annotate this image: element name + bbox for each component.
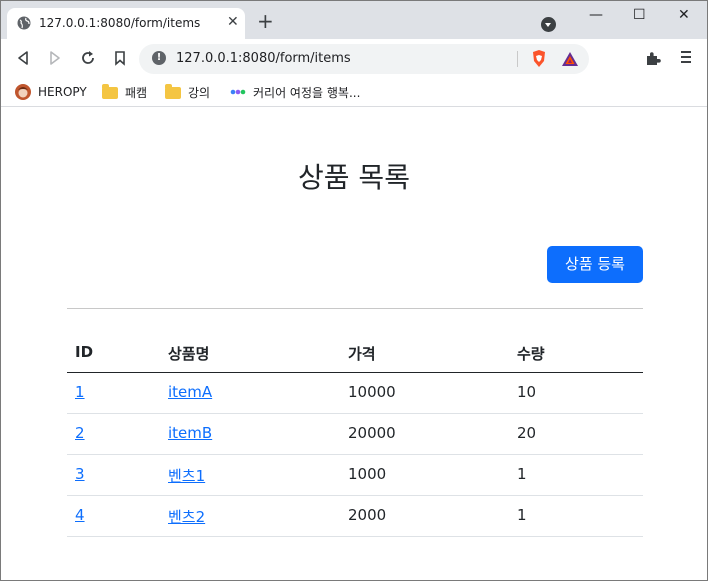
- item-id-link[interactable]: 1: [75, 383, 85, 401]
- table-row: 4 벤츠2 2000 1: [67, 496, 643, 537]
- tab-search-icon[interactable]: [541, 17, 556, 32]
- page-title: 상품 목록: [298, 161, 410, 194]
- item-name-link[interactable]: itemB: [168, 424, 212, 442]
- item-price: 10000: [348, 383, 396, 401]
- address-separator: [517, 51, 518, 67]
- folder-icon: [165, 84, 181, 99]
- item-name-link[interactable]: 벤츠1: [168, 465, 205, 486]
- brave-rewards-icon[interactable]: [561, 51, 579, 67]
- browser-toolbar: ! 127.0.0.1:8080/form/items: [1, 39, 707, 77]
- bookmark-folder-lecture[interactable]: 강의: [165, 82, 210, 102]
- dots-icon: [230, 89, 246, 95]
- extensions-icon[interactable]: [645, 50, 661, 66]
- brave-shields-icon[interactable]: [531, 49, 547, 68]
- address-bar[interactable]: ! 127.0.0.1:8080/form/items: [139, 44, 589, 74]
- bookmark-label: HEROPY: [38, 85, 87, 99]
- item-quantity: 1: [517, 506, 527, 524]
- item-quantity: 10: [517, 383, 537, 401]
- menu-icon[interactable]: [680, 51, 692, 65]
- forward-icon[interactable]: [46, 49, 64, 67]
- items-table: ID 상품명 가격 수량 1 itemA 10000 10 2 itemB 20…: [67, 334, 643, 537]
- new-tab-button[interactable]: +: [257, 11, 274, 31]
- back-icon[interactable]: [14, 49, 32, 67]
- page-content: 상품 목록 상품 등록 ID 상품명 가격 수량 1 itemA 10000 1…: [1, 108, 707, 580]
- tab-title: 127.0.0.1:8080/form/items: [39, 16, 201, 30]
- item-id-link[interactable]: 4: [75, 506, 85, 524]
- folder-icon: [102, 84, 118, 99]
- item-id-link[interactable]: 3: [75, 465, 85, 483]
- divider: [67, 308, 643, 309]
- reload-icon[interactable]: [79, 49, 97, 67]
- tab-strip: 127.0.0.1:8080/form/items ✕ + — ☐ ✕: [1, 1, 707, 39]
- bookmark-heropy[interactable]: HEROPY: [15, 82, 87, 102]
- header-id: ID: [75, 343, 94, 361]
- globe-icon: [17, 16, 31, 30]
- bookmark-career[interactable]: 커리어 여정을 행복...: [230, 82, 360, 102]
- item-price: 1000: [348, 465, 387, 483]
- table-header: ID 상품명 가격 수량: [67, 334, 643, 373]
- bookmarks-bar: HEROPY 패캠 강의 커리어 여정을 행복...: [1, 77, 707, 107]
- close-window-button[interactable]: ✕: [678, 7, 690, 23]
- item-name-link[interactable]: 벤츠2: [168, 506, 205, 527]
- table-row: 1 itemA 10000 10: [67, 373, 643, 414]
- header-quantity: 수량: [517, 345, 545, 363]
- item-quantity: 1: [517, 465, 527, 483]
- avatar-icon: [15, 84, 31, 100]
- minimize-button[interactable]: —: [589, 7, 603, 23]
- add-item-button[interactable]: 상품 등록: [547, 246, 643, 283]
- item-price: 2000: [348, 506, 387, 524]
- tab-close-icon[interactable]: ✕: [227, 14, 239, 30]
- header-name: 상품명: [168, 345, 210, 363]
- browser-window: 127.0.0.1:8080/form/items ✕ + — ☐ ✕ ! 12…: [0, 0, 708, 581]
- active-tab[interactable]: 127.0.0.1:8080/form/items ✕: [7, 8, 245, 39]
- item-price: 20000: [348, 424, 396, 442]
- item-name-link[interactable]: itemA: [168, 383, 212, 401]
- bookmark-label: 패캠: [125, 85, 148, 100]
- url-text[interactable]: 127.0.0.1:8080/form/items: [176, 51, 351, 66]
- item-id-link[interactable]: 2: [75, 424, 85, 442]
- bookmark-icon[interactable]: [111, 49, 129, 67]
- bookmark-label: 강의: [188, 85, 211, 100]
- header-price: 가격: [348, 345, 376, 363]
- maximize-button[interactable]: ☐: [633, 7, 646, 23]
- item-quantity: 20: [517, 424, 537, 442]
- bookmark-folder-pacam[interactable]: 패캠: [102, 82, 147, 102]
- bookmark-label: 커리어 여정을 행복...: [253, 85, 361, 100]
- table-row: 2 itemB 20000 20: [67, 414, 643, 455]
- site-info-icon[interactable]: !: [152, 51, 166, 65]
- table-row: 3 벤츠1 1000 1: [67, 455, 643, 496]
